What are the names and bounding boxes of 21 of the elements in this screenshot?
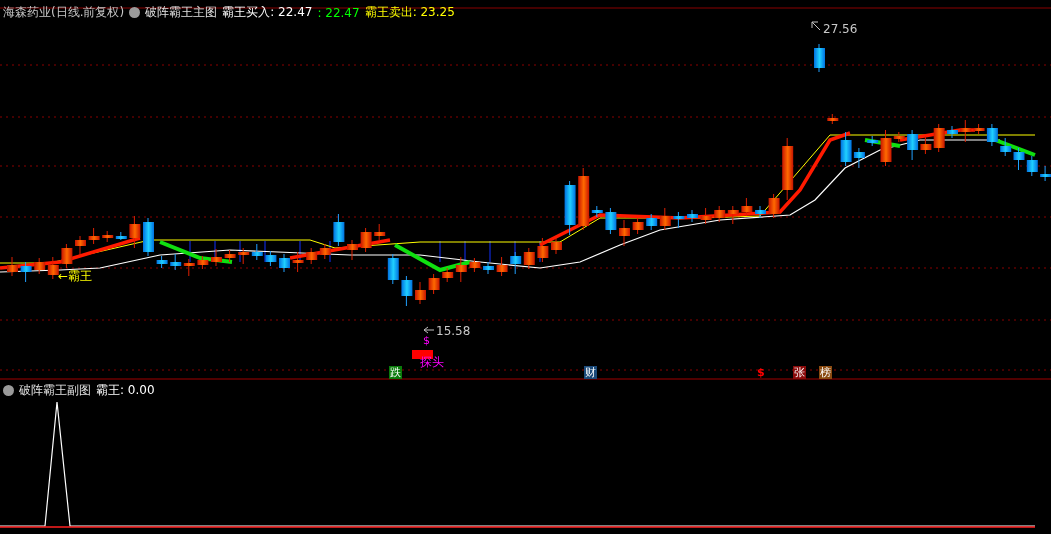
legend-value: 霸王: 0.00	[96, 382, 155, 399]
signal-marker: 跌	[389, 366, 402, 379]
line-label: ←霸王	[58, 268, 93, 285]
stock-title: 海森药业(日线.前复权)	[3, 4, 125, 21]
dropdown-icon[interactable]	[129, 7, 141, 18]
signal-marker: 榜	[819, 366, 832, 379]
arrow-icon	[811, 21, 821, 31]
price-label: 15.58	[436, 324, 471, 338]
indicator-name[interactable]: 破阵霸王主图	[145, 4, 218, 21]
legend-value: 霸王卖出: 23.25	[364, 4, 455, 21]
signal-marker: $	[756, 366, 766, 379]
legend-value: 霸王买入: 22.47	[222, 4, 313, 21]
price-label: 27.56	[823, 22, 858, 36]
dropdown-icon[interactable]	[3, 385, 14, 396]
signal-marker: 张	[793, 366, 806, 379]
indicator-name[interactable]: 破阵霸王副图	[19, 382, 91, 399]
dollar-mark: $	[423, 334, 430, 347]
arrow-icon	[423, 326, 435, 334]
signal-marker: 财	[584, 366, 597, 379]
signal-label: 探头	[420, 354, 444, 371]
legend-value: : 22.47	[317, 5, 360, 20]
